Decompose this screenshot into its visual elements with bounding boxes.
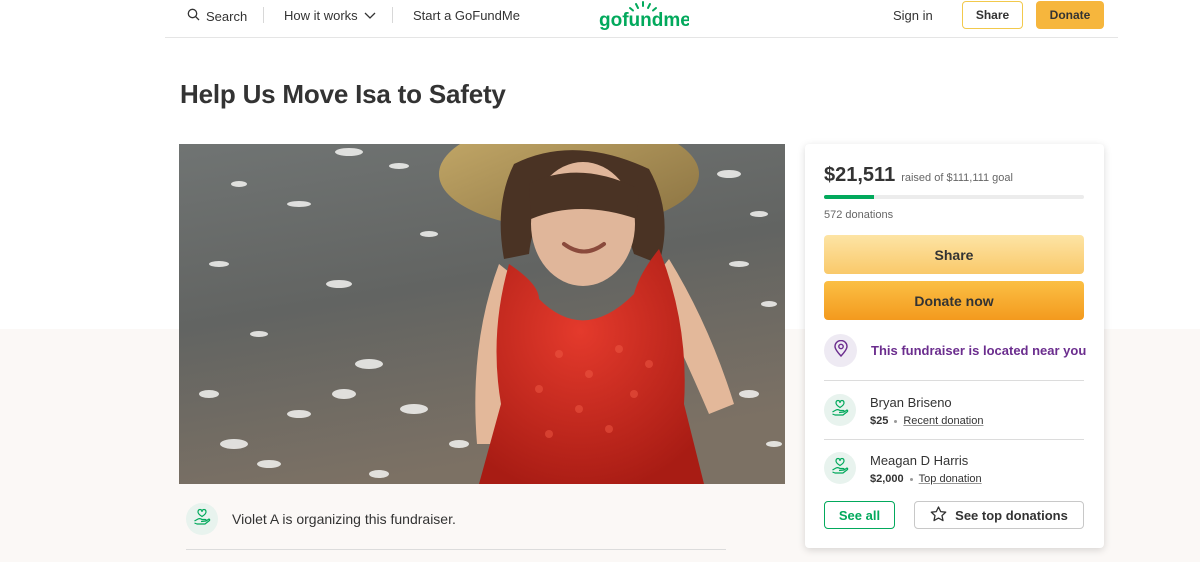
how-it-works-label: How it works <box>284 8 358 23</box>
section-divider <box>186 549 726 550</box>
donate-now-button[interactable]: Donate now <box>824 281 1084 320</box>
how-it-works-menu[interactable]: How it works <box>284 8 376 23</box>
see-top-donations-label: See top donations <box>955 507 1068 523</box>
sign-in-link[interactable]: Sign in <box>893 8 933 23</box>
logo-text: gofundme <box>599 10 689 31</box>
raised-amount: $21,511 <box>824 164 896 186</box>
organizer-row: Violet A is organizing this fundraiser. <box>186 503 456 535</box>
star-icon <box>930 505 947 525</box>
campaign-hero-image <box>179 144 785 484</box>
nav-divider <box>392 7 393 23</box>
progress-bar-fill <box>824 195 875 199</box>
search-link[interactable]: Search <box>187 8 247 24</box>
raised-summary: $21,511 raised of $111,111 goal <box>824 164 1013 187</box>
donor-avatar <box>824 452 856 484</box>
donor-hand-heart-icon <box>831 457 849 480</box>
see-top-donations-button[interactable]: See top donations <box>914 501 1084 529</box>
donation-tag-link[interactable]: Top donation <box>919 473 982 485</box>
separator-dot <box>894 419 898 423</box>
page-title: Help Us Move Isa to Safety <box>180 79 506 109</box>
gofundme-logo[interactable]: gofundme <box>597 0 691 32</box>
donor-avatar <box>824 394 856 426</box>
sign-in-label: Sign in <box>893 8 933 23</box>
location-text: This fundraiser is located near you <box>871 343 1087 358</box>
see-all-button[interactable]: See all <box>824 501 895 529</box>
share-button[interactable]: Share <box>824 235 1084 274</box>
organizer-hand-heart-icon <box>193 508 211 531</box>
separator-dot <box>909 477 913 481</box>
card-divider <box>824 439 1084 440</box>
donor-amount: $25 <box>870 415 889 427</box>
top-nav: Search How it works Start a GoFundMe gof… <box>165 0 1118 38</box>
raised-goal: raised of $111,111 goal <box>901 172 1013 184</box>
start-gofundme-label: Start a GoFundMe <box>413 8 520 23</box>
header-share-button[interactable]: Share <box>962 1 1023 29</box>
search-icon <box>187 8 200 24</box>
search-label: Search <box>206 8 248 24</box>
organizer-text: Violet A is organizing this fundraiser. <box>232 511 456 527</box>
progress-bar <box>824 195 1084 199</box>
donor-hand-heart-icon <box>831 399 849 422</box>
start-gofundme-link[interactable]: Start a GoFundMe <box>413 8 520 23</box>
donor-item: Meagan D Harris $2,000 Top donation <box>824 452 982 485</box>
card-divider <box>824 380 1084 381</box>
nav-divider <box>263 7 264 23</box>
location-notice: This fundraiser is located near you <box>824 334 1086 367</box>
donor-item: Bryan Briseno $25 Recent donation <box>824 394 983 427</box>
location-pin-icon <box>833 339 848 362</box>
chevron-down-icon <box>364 8 376 23</box>
location-pin-badge <box>824 334 857 367</box>
donor-amount: $2,000 <box>870 473 904 485</box>
donor-name: Meagan D Harris <box>870 453 969 468</box>
donation-tag-link[interactable]: Recent donation <box>903 415 983 427</box>
organizer-avatar <box>186 503 218 535</box>
donation-card: $21,511 raised of $111,111 goal 572 dona… <box>805 144 1104 548</box>
donations-count: 572 donations <box>824 209 894 221</box>
donor-name: Bryan Briseno <box>870 395 952 410</box>
header-donate-button[interactable]: Donate <box>1036 1 1104 29</box>
